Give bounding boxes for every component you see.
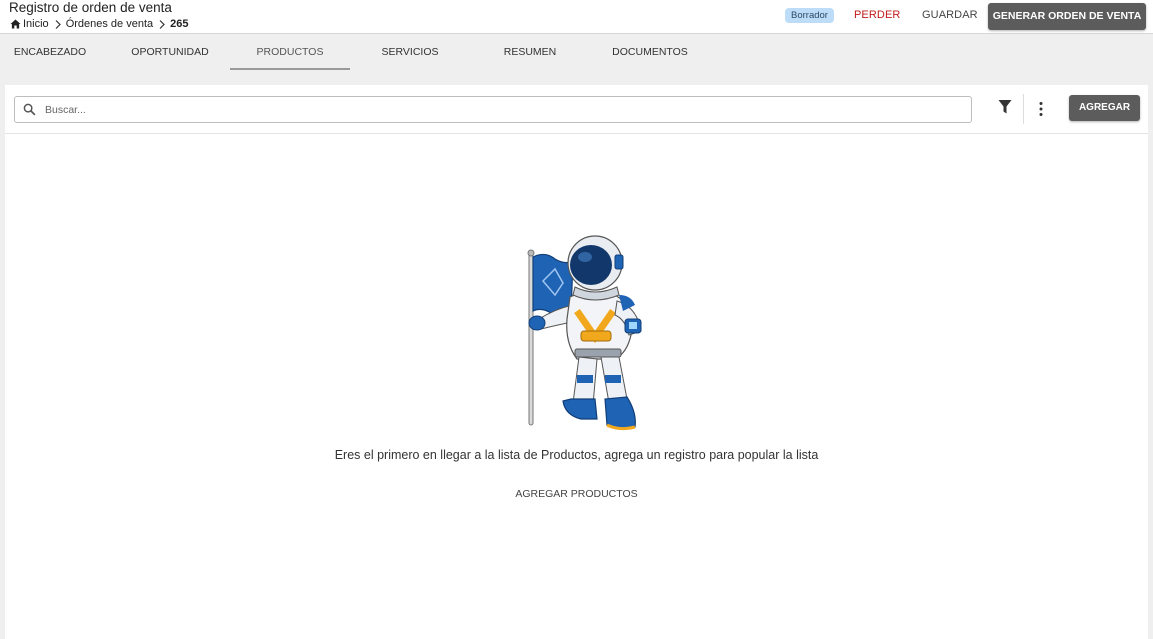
search-box[interactable] [14, 96, 972, 123]
more-vert-icon[interactable] [1036, 101, 1046, 117]
search-icon [23, 103, 36, 116]
chevron-right-icon [159, 19, 165, 29]
tab-bar: ENCABEZADO OPORTUNIDAD PRODUCTOS SERVICI… [0, 35, 1153, 70]
tab-encabezado[interactable]: ENCABEZADO [0, 35, 110, 70]
status-badge: Borrador [785, 8, 834, 23]
breadcrumb-section[interactable]: Órdenes de venta [66, 18, 153, 30]
empty-state-message: Eres el primero en llegar a la lista de … [334, 448, 819, 462]
breadcrumb-home[interactable]: Inicio [23, 18, 49, 30]
tab-servicios[interactable]: SERVICIOS [350, 35, 470, 70]
page-header: Registro de orden de venta Inicio Órdene… [0, 0, 1153, 34]
add-products-button[interactable]: AGREGAR PRODUCTOS [5, 488, 1148, 500]
generate-sales-order-button[interactable]: GENERAR ORDEN DE VENTA [988, 3, 1146, 30]
tab-productos[interactable]: PRODUCTOS [230, 35, 350, 70]
lose-button[interactable]: PERDER [854, 9, 900, 21]
filter-icon[interactable] [998, 99, 1012, 115]
add-button[interactable]: AGREGAR [1069, 95, 1140, 121]
chevron-right-icon [55, 19, 61, 29]
toolbar-divider [1023, 94, 1024, 124]
home-icon[interactable] [10, 19, 21, 29]
list-toolbar: AGREGAR [5, 85, 1148, 134]
breadcrumb: Inicio Órdenes de venta 265 [10, 17, 189, 31]
page-title: Registro de orden de venta [9, 0, 172, 15]
breadcrumb-current: 265 [170, 18, 189, 30]
astronaut-illustration [527, 235, 642, 431]
tab-resumen[interactable]: RESUMEN [470, 35, 590, 70]
search-input[interactable] [45, 98, 945, 121]
products-panel: AGREGAR [5, 85, 1148, 639]
tab-documentos[interactable]: DOCUMENTOS [590, 35, 710, 70]
save-button[interactable]: GUARDAR [922, 9, 978, 21]
tab-oportunidad[interactable]: OPORTUNIDAD [110, 35, 230, 70]
